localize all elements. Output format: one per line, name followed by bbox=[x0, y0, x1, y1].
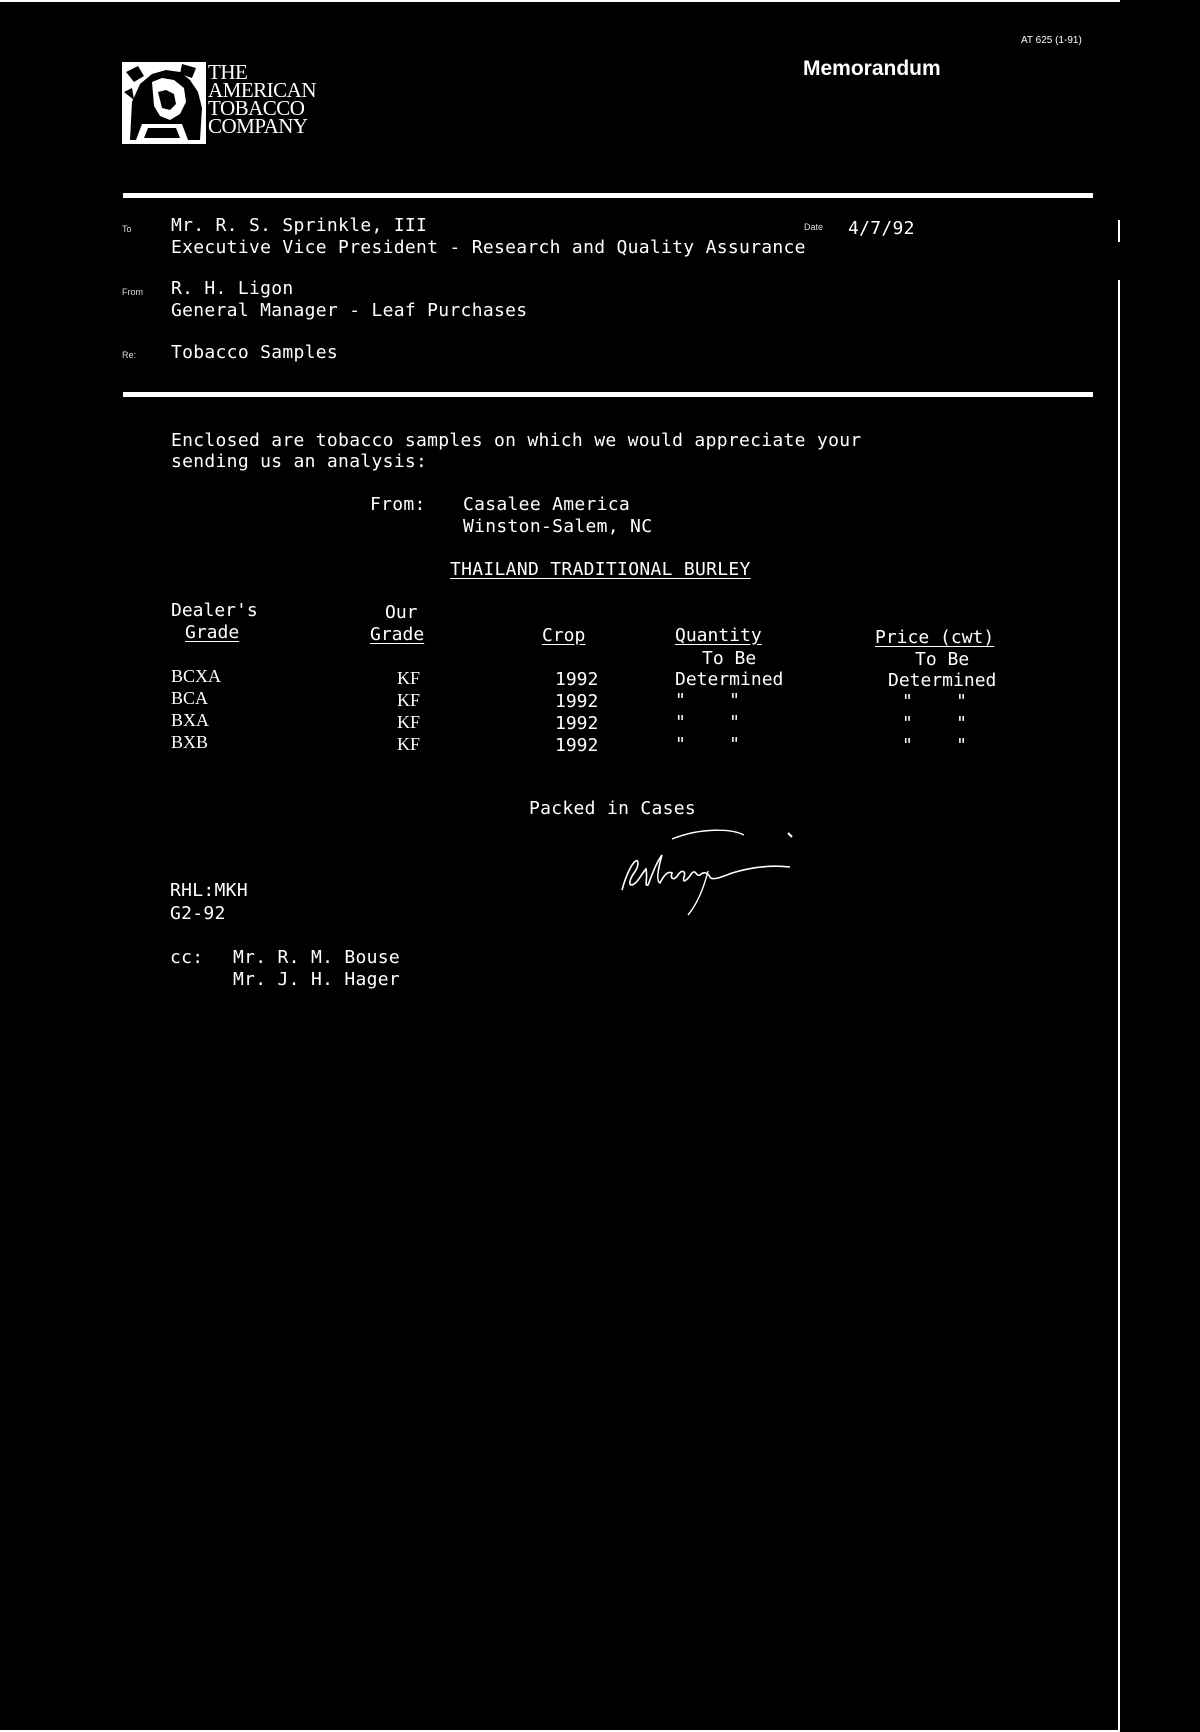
re-label: Re: bbox=[122, 350, 137, 360]
intro-line: sending us an analysis: bbox=[171, 451, 428, 472]
table-cell-dealer: BXA bbox=[171, 710, 210, 730]
company-name: THE AMERICAN TOBACCO COMPANY bbox=[208, 62, 348, 138]
date-label: Date bbox=[804, 222, 824, 232]
our-grade-header: Grade bbox=[370, 624, 425, 645]
ditto-marks-price: " " bbox=[902, 691, 968, 712]
quantity-header: Quantity bbox=[675, 625, 762, 646]
from-name: R. H. Ligon bbox=[171, 278, 294, 299]
intro-line: Enclosed are tobacco samples on which we… bbox=[171, 430, 862, 451]
header-bottom-rule bbox=[123, 392, 1093, 397]
price-header: Price (cwt) bbox=[875, 627, 995, 648]
right-edge-line bbox=[1118, 280, 1120, 1732]
memo-title: Memorandum bbox=[803, 57, 941, 80]
table-cell-crop: 1992 bbox=[555, 669, 599, 690]
from-title: General Manager - Leaf Purchases bbox=[171, 300, 528, 321]
table-cell-our: KF bbox=[397, 734, 421, 754]
table-cell-price: Determined bbox=[888, 670, 997, 691]
table-cell-dealer: BCXA bbox=[171, 666, 222, 686]
header-top-rule bbox=[123, 193, 1093, 198]
company-name-line: COMPANY bbox=[208, 114, 308, 138]
dealer-grade-header: Grade bbox=[185, 622, 240, 643]
table-cell-our: KF bbox=[397, 690, 421, 710]
re-value: Tobacco Samples bbox=[171, 342, 339, 363]
ditto-marks-quantity: " " bbox=[675, 712, 741, 733]
dealer-grade-header: Dealer's bbox=[171, 600, 258, 621]
ditto-marks-price: " " bbox=[902, 713, 968, 734]
date-value: 4/7/92 bbox=[848, 218, 915, 239]
section-heading: THAILAND TRADITIONAL BURLEY bbox=[450, 559, 751, 580]
to-title: Executive Vice President - Research and … bbox=[171, 237, 806, 258]
quantity-note: To Be bbox=[702, 648, 757, 669]
table-cell-crop: 1992 bbox=[555, 713, 599, 734]
cc-recipient: Mr. J. H. Hager bbox=[233, 969, 401, 990]
cc-recipient: Mr. R. M. Bouse bbox=[233, 947, 401, 968]
indian-chief-logo-icon bbox=[122, 62, 206, 144]
table-cell-dealer: BXB bbox=[171, 732, 209, 752]
table-cell-quantity: Determined bbox=[675, 669, 784, 690]
source-name: Casalee America bbox=[463, 494, 631, 515]
top-border-line bbox=[0, 0, 1120, 2]
table-cell-crop: 1992 bbox=[555, 691, 599, 712]
table-cell-our: KF bbox=[397, 712, 421, 732]
from-label: From bbox=[122, 287, 143, 297]
crop-header: Crop bbox=[542, 625, 586, 646]
table-cell-crop: 1992 bbox=[555, 735, 599, 756]
table-cell-our: KF bbox=[397, 668, 421, 688]
our-grade-header: Our bbox=[385, 602, 418, 623]
ditto-marks-quantity: " " bbox=[675, 690, 741, 711]
form-number: AT 625 (1-91) bbox=[1021, 35, 1082, 46]
reference-initials: RHL:MKH bbox=[170, 880, 248, 901]
cc-label: cc: bbox=[170, 947, 204, 968]
source-location: Winston-Salem, NC bbox=[463, 516, 653, 537]
to-label: To bbox=[122, 224, 132, 234]
source-from-label: From: bbox=[370, 494, 426, 515]
right-edge-mark bbox=[1118, 220, 1120, 242]
reference-code: G2-92 bbox=[170, 903, 226, 924]
ditto-marks-quantity: " " bbox=[675, 734, 741, 755]
packed-note: Packed in Cases bbox=[529, 798, 697, 819]
to-name: Mr. R. S. Sprinkle, III bbox=[171, 215, 428, 236]
table-cell-dealer: BCA bbox=[171, 688, 209, 708]
price-note: To Be bbox=[915, 649, 970, 670]
signature bbox=[621, 829, 793, 916]
ditto-marks-price: " " bbox=[902, 735, 968, 756]
